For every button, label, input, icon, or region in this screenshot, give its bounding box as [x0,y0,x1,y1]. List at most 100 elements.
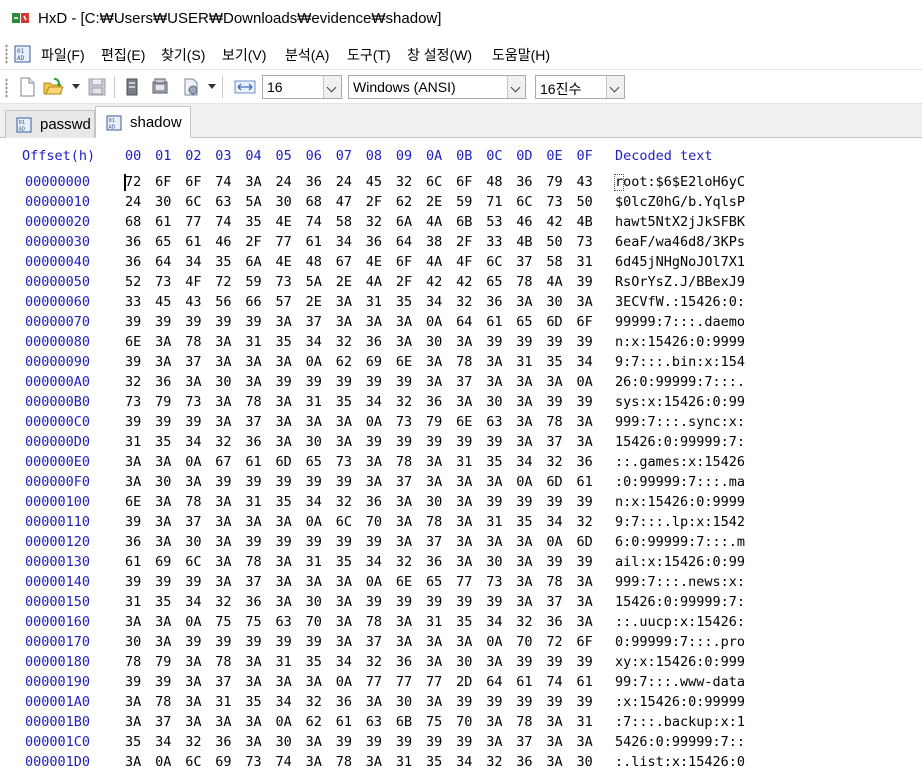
hex-byte[interactable]: 65 [516,314,532,330]
hex-byte[interactable]: 50 [577,194,593,210]
hex-byte[interactable]: 78 [366,614,382,630]
hex-byte[interactable]: 39 [125,354,141,370]
hex-byte[interactable]: 3A [336,414,352,430]
decoded-text[interactable]: 999:7:::.news:x: [615,574,745,590]
hex-byte[interactable]: 3A [245,674,261,690]
hex-byte[interactable]: 3A [577,434,593,450]
hex-byte[interactable]: 3A [245,374,261,390]
hex-byte[interactable]: 3A [125,754,141,770]
hex-byte[interactable]: 3A [486,374,502,390]
hex-byte[interactable]: 4F [456,254,472,270]
hex-byte[interactable]: 37 [215,674,231,690]
decoded-text[interactable]: 15426:0:99999:7: [615,594,745,610]
hex-byte[interactable]: 35 [276,494,292,510]
hex-byte[interactable]: 31 [577,714,593,730]
hex-byte[interactable]: 73 [396,414,412,430]
hex-byte[interactable]: 78 [215,654,231,670]
hex-byte[interactable]: 35 [245,694,261,710]
decoded-text[interactable]: 9:7:::.bin:x:154 [615,354,745,370]
hex-byte[interactable]: 3A [336,574,352,590]
decoded-text[interactable]: :7:::.backup:x:1 [615,714,745,730]
hex-byte[interactable]: 3A [125,714,141,730]
file-tools-icon[interactable] [180,76,202,98]
decoded-text[interactable]: n:x:15426:0:9999 [615,494,745,510]
hex-byte[interactable]: 34 [276,694,292,710]
hex-byte[interactable]: 39 [396,734,412,750]
hex-byte[interactable]: 39 [125,514,141,530]
menu-help[interactable]: 도움말(H) [492,45,550,65]
hex-byte[interactable]: 3A [577,294,593,310]
hex-byte[interactable]: 39 [456,434,472,450]
hex-byte[interactable]: 3A [426,354,442,370]
hex-byte[interactable]: 64 [155,254,171,270]
hex-byte[interactable]: 39 [366,434,382,450]
hex-byte[interactable]: 39 [546,394,562,410]
hex-byte[interactable]: 24 [336,174,352,190]
hex-byte[interactable]: 78 [185,334,201,350]
hex-byte[interactable]: 73 [336,454,352,470]
hex-byte[interactable]: 39 [306,474,322,490]
hex-byte[interactable]: 34 [366,394,382,410]
hex-byte[interactable]: 74 [215,214,231,230]
menu-tools[interactable]: 도구(T) [347,45,391,65]
hex-byte[interactable]: 4A [426,254,442,270]
hex-byte[interactable]: 39 [276,534,292,550]
hex-byte[interactable]: 39 [486,494,502,510]
hex-byte[interactable]: 3A [155,334,171,350]
hex-byte[interactable]: 39 [516,494,532,510]
hex-byte[interactable]: 3A [396,634,412,650]
decoded-text[interactable]: ::.uucp:x:15426: [615,614,745,630]
hex-byte[interactable]: 78 [336,754,352,770]
hex-byte[interactable]: 6F [577,634,593,650]
hex-byte[interactable]: 6F [396,254,412,270]
hex-byte[interactable]: 77 [366,674,382,690]
tab-shadow[interactable]: 01 AD shadow [95,106,191,138]
hex-byte[interactable]: 3A [245,174,261,190]
charset-select[interactable]: Windows (ANSI) [348,75,526,99]
hex-byte[interactable]: 39 [245,474,261,490]
hex-byte[interactable]: 3A [577,414,593,430]
hex-byte[interactable]: 3A [155,494,171,510]
hex-byte[interactable]: 37 [185,514,201,530]
hex-byte[interactable]: 36 [396,654,412,670]
hex-byte[interactable]: 39 [185,414,201,430]
hex-byte[interactable]: 3A [336,294,352,310]
hex-byte[interactable]: 37 [396,474,412,490]
hex-byte[interactable]: 61 [125,554,141,570]
hex-byte[interactable]: 32 [336,494,352,510]
hex-byte[interactable]: 5A [306,274,322,290]
hex-byte[interactable]: 34 [456,754,472,770]
hex-byte[interactable]: 39 [306,634,322,650]
hex-byte[interactable]: 39 [185,574,201,590]
hex-byte[interactable]: 6E [125,334,141,350]
hex-byte[interactable]: 3A [456,334,472,350]
hex-byte[interactable]: 0A [306,354,322,370]
hex-byte[interactable]: 3A [486,534,502,550]
hex-byte[interactable]: 75 [215,614,231,630]
hex-byte[interactable]: 31 [306,394,322,410]
hex-byte[interactable]: 39 [546,494,562,510]
hex-byte[interactable]: 72 [215,274,231,290]
hex-byte[interactable]: 3A [546,714,562,730]
hex-byte[interactable]: 58 [546,254,562,270]
hex-byte[interactable]: 39 [336,534,352,550]
hex-byte[interactable]: 39 [245,634,261,650]
hex-byte[interactable]: 39 [546,334,562,350]
decoded-text[interactable]: 6:0:99999:7:::.m [615,534,745,550]
save-icon[interactable] [86,76,108,98]
hex-byte[interactable]: 4B [577,214,593,230]
hex-byte[interactable]: 6E [396,354,412,370]
hex-byte[interactable]: 57 [276,294,292,310]
decoded-text[interactable]: 9:7:::.lp:x:1542 [615,514,745,530]
hex-byte[interactable]: 31 [486,514,502,530]
hex-byte[interactable]: 3A [185,374,201,390]
hex-byte[interactable]: 3A [456,634,472,650]
hex-byte[interactable]: 61 [336,714,352,730]
hex-byte[interactable]: 39 [125,674,141,690]
hex-byte[interactable]: 45 [155,294,171,310]
hex-byte[interactable]: 0A [366,574,382,590]
hex-byte[interactable]: 78 [456,354,472,370]
hex-byte[interactable]: 61 [486,314,502,330]
hex-byte[interactable]: 68 [125,214,141,230]
hex-byte[interactable]: 75 [426,714,442,730]
